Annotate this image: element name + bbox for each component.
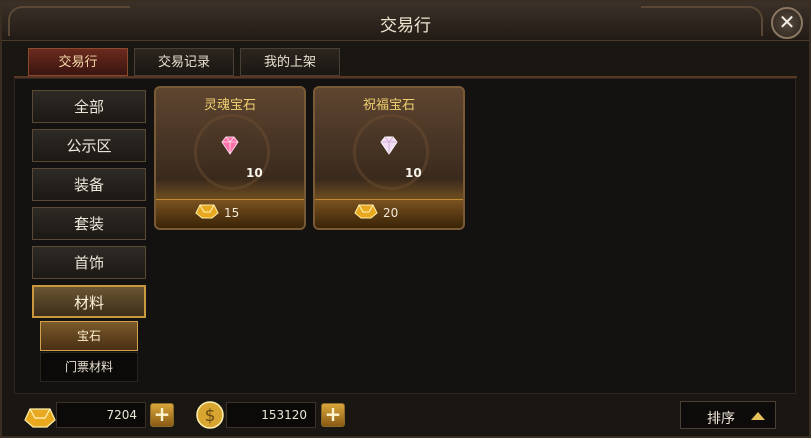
gold-ingot-icon (353, 200, 379, 224)
add-gold-button[interactable]: + (150, 403, 174, 427)
category-all[interactable]: 全部 (32, 90, 146, 123)
item-name: 祝福宝石 (362, 98, 415, 113)
item-price: 15 (224, 206, 240, 220)
add-silver-button[interactable]: + (321, 403, 345, 427)
pink-gem-icon (219, 136, 241, 159)
category-notice[interactable]: 公示区 (32, 129, 146, 162)
title-bar: 交易行 (2, 2, 809, 41)
subcategory-gems[interactable]: 宝石 (40, 321, 138, 351)
gold-amount: 7204 (56, 402, 146, 428)
auction-house-window: 交易行 ✕ 交易行 交易记录 我的上架 全部 公示区 装备 套装 首饰 材料 宝… (0, 0, 811, 438)
white-gem-icon (378, 136, 400, 159)
gold-ingot-icon (22, 402, 58, 434)
category-sets[interactable]: 套装 (32, 207, 146, 240)
silver-coin-icon: $ (195, 400, 225, 434)
silver-amount: 153120 (226, 402, 316, 428)
category-materials[interactable]: 材料 (32, 285, 146, 318)
item-name: 灵魂宝石 (203, 98, 256, 113)
tab-auction[interactable]: 交易行 (28, 48, 128, 76)
plus-icon: + (153, 402, 171, 426)
item-price: 20 (383, 206, 399, 220)
sort-button[interactable]: 排序 (680, 401, 776, 429)
category-equipment[interactable]: 装备 (32, 168, 146, 201)
close-button[interactable]: ✕ (771, 7, 803, 39)
plus-icon: + (324, 402, 342, 426)
item-card[interactable]: 祝福宝石 10 20 (313, 86, 465, 230)
tab-history[interactable]: 交易记录 (134, 48, 234, 76)
svg-text:$: $ (205, 406, 216, 426)
item-quantity: 10 (405, 166, 422, 180)
gold-ingot-icon (194, 200, 220, 224)
window-title: 交易行 (380, 16, 431, 36)
subcategory-ticket-materials[interactable]: 门票材料 (40, 352, 138, 382)
sort-label: 排序 (707, 411, 735, 427)
item-quantity: 10 (246, 166, 263, 180)
tab-my-listings[interactable]: 我的上架 (240, 48, 340, 76)
category-jewelry[interactable]: 首饰 (32, 246, 146, 279)
item-card[interactable]: 灵魂宝石 10 15 (154, 86, 306, 230)
sort-arrow-up-icon (751, 412, 765, 420)
close-icon: ✕ (778, 10, 796, 34)
